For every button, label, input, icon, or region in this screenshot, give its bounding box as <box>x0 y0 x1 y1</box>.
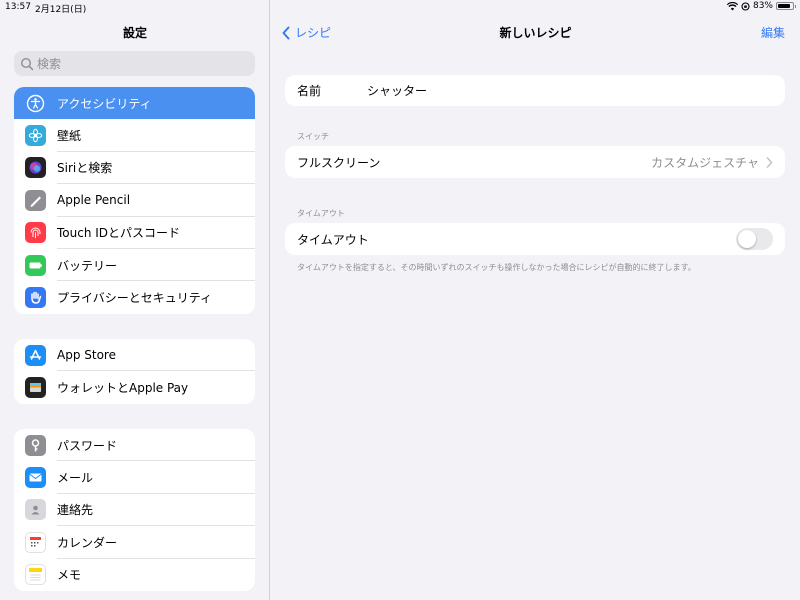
key-icon <box>25 434 46 456</box>
calendar-icon <box>25 531 46 553</box>
search-icon <box>20 57 34 70</box>
sidebar-item-label: Apple Pencil <box>57 193 131 208</box>
switch-label: フルスクリーン <box>297 155 381 170</box>
sidebar-item-calendar[interactable]: カレンダー <box>14 526 255 559</box>
settings-group-store: App Store ウォレットとApple Pay <box>14 339 255 404</box>
sidebar-item-notes[interactable]: メモ <box>14 559 255 591</box>
sidebar-item-label: App Store <box>57 348 116 363</box>
recipe-name-row[interactable]: 名前 シャッター <box>285 75 785 106</box>
sidebar-item-label: 壁紙 <box>57 129 82 144</box>
sidebar-item-accessibility[interactable]: アクセシビリティ <box>14 87 255 120</box>
orientation-lock-icon <box>741 1 750 11</box>
name-value: シャッター <box>367 84 428 98</box>
sidebar-item-label: ウォレットとApple Pay <box>57 381 189 396</box>
contacts-icon <box>25 499 46 521</box>
page-title: 新しいレシピ <box>499 26 572 40</box>
notes-icon <box>25 564 46 586</box>
pencil-icon <box>25 189 46 211</box>
timeout-footer-note: タイムアウトを指定すると、その時間いずれのスイッチも操作しなかった場合にレシピが… <box>297 263 696 272</box>
status-indicators: 83% <box>726 1 796 11</box>
name-label: 名前 <box>297 84 322 98</box>
battery-percent: 83% <box>752 1 773 11</box>
chevron-right-icon <box>766 157 773 168</box>
battery-icon <box>25 254 46 276</box>
sidebar-title: 設定 <box>122 26 147 40</box>
sidebar-item-label: 連絡先 <box>57 503 94 518</box>
sidebar-item-siri[interactable]: Siriと検索 <box>14 152 255 185</box>
sidebar-item-apple-pencil[interactable]: Apple Pencil <box>14 184 255 217</box>
hand-icon <box>25 287 46 309</box>
sidebar-item-app-store[interactable]: App Store <box>14 339 255 372</box>
search-placeholder: 検索 <box>37 57 62 71</box>
sidebar-item-label: メール <box>57 471 94 486</box>
mail-icon <box>25 467 46 489</box>
sidebar-item-label: Siriと検索 <box>57 161 113 176</box>
sidebar-item-label: パスワード <box>57 438 118 453</box>
sidebar-item-label: バッテリー <box>57 258 118 273</box>
search-field[interactable]: 検索 <box>14 51 255 76</box>
siri-icon <box>25 157 46 179</box>
timeout-label: タイムアウト <box>297 232 369 247</box>
sidebar-item-passwords[interactable]: パスワード <box>14 429 255 462</box>
wifi-icon <box>726 1 738 10</box>
sidebar-item-label: カレンダー <box>57 535 118 550</box>
sidebar-item-wallet[interactable]: ウォレットとApple Pay <box>14 371 255 403</box>
edit-button[interactable]: 編集 <box>761 24 785 41</box>
sidebar-item-contacts[interactable]: 連絡先 <box>14 494 255 527</box>
recipe-detail-pane: レシピ 新しいレシピ 編集 名前 シャッター スイッチ フルスクリーン カスタム… <box>271 0 800 600</box>
sidebar-item-label: アクセシビリティ <box>57 96 152 111</box>
sidebar-item-battery[interactable]: バッテリー <box>14 249 255 282</box>
status-time: 13:57 <box>5 2 31 12</box>
timeout-row: タイムアウト <box>285 223 785 255</box>
accessibility-icon <box>25 93 46 114</box>
sidebar-item-label: プライバシーとセキュリティ <box>57 291 213 306</box>
settings-group-apps: パスワード メール 連絡先 カレンダー メモ <box>14 429 255 591</box>
sidebar-item-privacy[interactable]: プライバシーとセキュリティ <box>14 281 255 313</box>
settings-group-general: アクセシビリティ 壁紙 Siriと検索 Apple Pencil Touch I… <box>14 87 255 314</box>
settings-sidebar: 設定 検索 アクセシビリティ 壁紙 Siriと検索 Apple Pencil T… <box>0 0 270 600</box>
status-bar: 13:57 2月12日(日) 83% <box>0 0 800 15</box>
sidebar-item-label: メモ <box>57 568 82 583</box>
wallet-icon <box>25 377 46 399</box>
switch-section-header: スイッチ <box>297 132 329 141</box>
switch-row[interactable]: フルスクリーン カスタムジェスチャ <box>285 146 785 178</box>
timeout-section-header: タイムアウト <box>297 209 345 218</box>
sidebar-item-mail[interactable]: メール <box>14 461 255 495</box>
toggle-knob <box>738 230 756 248</box>
sidebar-item-label: Touch IDとパスコード <box>57 226 181 241</box>
status-date: 2月12日(日) <box>35 5 87 15</box>
switch-value: カスタムジェスチャ <box>651 155 759 170</box>
sidebar-item-touch-id[interactable]: Touch IDとパスコード <box>14 217 255 250</box>
app-store-icon <box>25 344 46 366</box>
sidebar-item-wallpaper[interactable]: 壁紙 <box>14 119 255 153</box>
wallpaper-icon <box>25 125 46 147</box>
fingerprint-icon <box>25 222 46 244</box>
battery-icon <box>776 2 796 10</box>
timeout-toggle[interactable] <box>736 228 773 250</box>
